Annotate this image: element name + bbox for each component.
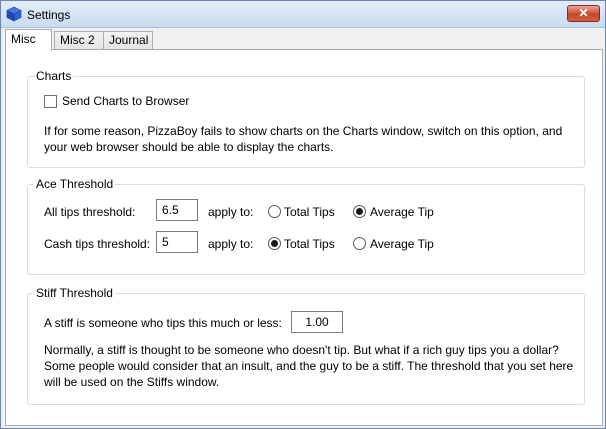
stiff-description: Normally, a stiff is thought to be someo… (44, 343, 574, 389)
cash-tips-label: Cash tips threshold: (44, 237, 151, 251)
cash-average-tip-label[interactable]: Average Tip (370, 237, 434, 251)
all-tips-threshold-input[interactable] (156, 199, 198, 221)
stiff-threshold-label: A stiff is someone who tips this much or… (44, 316, 282, 330)
ace-threshold-group-title: Ace Threshold (34, 177, 116, 191)
all-average-tip-label[interactable]: Average Tip (370, 205, 434, 219)
cash-tips-threshold-input[interactable] (156, 231, 198, 253)
tab-journal[interactable]: Journal (103, 31, 153, 50)
send-charts-label[interactable]: Send Charts to Browser (62, 94, 189, 108)
all-average-tip-radio[interactable] (353, 205, 366, 218)
charts-group-title: Charts (34, 69, 74, 83)
charts-description: If for some reason, PizzaBoy fails to sh… (44, 124, 563, 154)
close-button[interactable]: ✕ (567, 5, 600, 22)
cash-apply-to-label: apply to: (208, 237, 254, 251)
stiff-threshold-group: Stiff Threshold A stiff is someone who t… (27, 286, 585, 405)
all-total-tips-radio[interactable] (268, 205, 281, 218)
cash-total-tips-radio[interactable] (268, 237, 281, 250)
stiff-threshold-group-title: Stiff Threshold (34, 286, 115, 300)
charts-group: Charts Send Charts to Browser If for som… (27, 69, 585, 168)
all-total-tips-label[interactable]: Total Tips (284, 205, 335, 219)
cash-total-tips-label[interactable]: Total Tips (284, 237, 335, 251)
cash-average-tip-radio[interactable] (353, 237, 366, 250)
settings-cube-icon (6, 6, 22, 22)
ace-threshold-group: Ace Threshold All tips threshold: apply … (27, 177, 585, 275)
settings-window: Settings ✕ Misc Misc 2 Journal Charts Se… (0, 0, 606, 429)
close-icon: ✕ (578, 6, 589, 20)
tab-content-misc: Charts Send Charts to Browser If for som… (5, 49, 603, 426)
title-bar[interactable]: Settings ✕ (1, 1, 605, 28)
all-tips-label: All tips threshold: (44, 205, 136, 219)
window-title: Settings (27, 8, 71, 22)
send-charts-checkbox[interactable] (44, 95, 57, 108)
tab-strip: Misc Misc 2 Journal (5, 29, 603, 51)
tab-misc-2[interactable]: Misc 2 (54, 31, 104, 50)
all-apply-to-label: apply to: (208, 205, 254, 219)
stiff-threshold-input[interactable] (291, 311, 343, 333)
tab-misc[interactable]: Misc (5, 29, 52, 51)
